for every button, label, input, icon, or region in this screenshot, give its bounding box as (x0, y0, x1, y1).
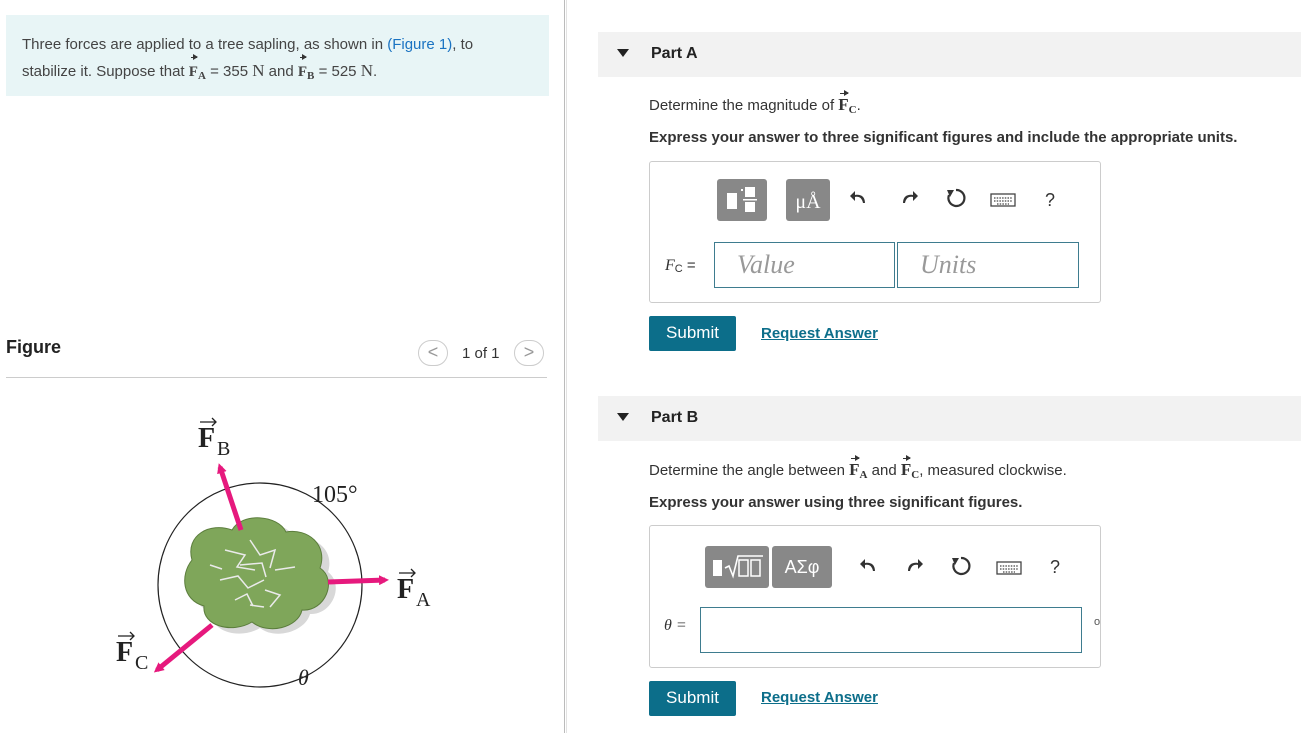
figure-divider (6, 377, 547, 378)
fc-var-letter: F (665, 257, 675, 274)
fc-label: F (116, 637, 133, 668)
part-b-instruction: Express your answer using three signific… (649, 494, 1023, 511)
degree-symbol: o (1094, 616, 1101, 628)
fa-subscript: A (197, 70, 206, 82)
help-button[interactable]: ? (1050, 557, 1060, 578)
and-text: and (268, 63, 294, 80)
templates-button[interactable] (717, 179, 767, 221)
keyboard-icon[interactable] (996, 560, 1022, 581)
angle-105-label: 105° (312, 482, 358, 508)
templates-button[interactable] (705, 546, 769, 588)
part-a-header[interactable]: Part A (598, 32, 1301, 77)
fc-equals: = (686, 257, 696, 274)
help-button[interactable]: ? (1045, 190, 1055, 211)
part-b-submit-button[interactable]: Submit (649, 681, 736, 716)
part-b-question-text: Determine the angle between (649, 462, 845, 479)
greek-symbols-button[interactable]: ΑΣφ (772, 546, 832, 588)
value-input[interactable]: Value (714, 242, 895, 288)
units-input[interactable]: Units (897, 242, 1079, 288)
part-a-title: Part A (651, 45, 698, 62)
fc-subscript: C (848, 104, 857, 116)
and-text: and (871, 462, 897, 479)
fc-vector-symbol: F (900, 455, 912, 479)
fb-vector-symbol: F (298, 54, 308, 85)
problem-text-2: , to (452, 36, 474, 53)
fc-arrow (153, 623, 214, 673)
fa-value: = 355 (210, 63, 249, 80)
redo-icon[interactable] (905, 556, 923, 579)
part-a-question-text: Determine the magnitude of (649, 97, 835, 114)
figure-link[interactable]: (Figure 1) (387, 36, 452, 53)
fa-unit: N (252, 61, 265, 80)
pager-count: 1 of 1 (462, 345, 500, 362)
fa-label-sub: A (416, 589, 431, 611)
period: . (372, 63, 378, 80)
collapse-triangle-icon[interactable] (617, 413, 629, 421)
fb-label: F (198, 423, 215, 454)
reset-icon[interactable] (945, 187, 967, 214)
part-a-submit-button[interactable]: Submit (649, 316, 736, 351)
fa-vector-symbol: F (189, 54, 199, 85)
fb-arrow (217, 463, 244, 531)
pager-prev-button[interactable]: < (418, 340, 448, 366)
redo-icon[interactable] (900, 188, 918, 211)
fc-vector-symbol: F (838, 90, 850, 114)
problem-text-3: stabilize it. Suppose that (22, 63, 185, 80)
theta-label: θ (298, 665, 309, 690)
fa-arrow (327, 575, 389, 586)
fa-vector-symbol: F (849, 455, 860, 479)
fc-subscript: C (911, 469, 920, 481)
panel-divider-shadow (566, 0, 567, 733)
part-b-answer-box: ΑΣφ ? θ = o (649, 525, 1101, 668)
part-a-instruction: Express your answer to three significant… (649, 129, 1238, 146)
part-b-question-suffix: , measured clockwise. (919, 462, 1067, 479)
fc-var-sub: C (674, 263, 683, 275)
fc-variable-label: FC = (665, 257, 696, 275)
fa-subscript: A (859, 469, 868, 481)
collapse-triangle-icon[interactable] (617, 49, 629, 57)
angle-input[interactable] (700, 607, 1082, 653)
panel-divider[interactable] (564, 0, 565, 733)
part-a-question: Determine the magnitude of FC. (649, 90, 861, 116)
fa-label: F (397, 574, 414, 605)
part-a-question-suffix: . (856, 97, 861, 114)
part-b-title: Part B (651, 409, 699, 426)
part-a-answer-box: μÅ ? FC = Value Units (649, 161, 1101, 303)
tree-force-diagram: F B F A F C 105° θ (116, 417, 431, 690)
fc-label-sub: C (135, 652, 148, 674)
fraction-template-icon (727, 187, 757, 212)
undo-icon[interactable] (860, 556, 878, 579)
fb-subscript: B (307, 70, 315, 82)
part-b-request-answer-link[interactable]: Request Answer (761, 689, 878, 706)
fb-value: = 525 (318, 63, 357, 80)
problem-statement: Three forces are applied to a tree sapli… (6, 15, 549, 96)
problem-text-1: Three forces are applied to a tree sapli… (22, 36, 384, 53)
part-b-header[interactable]: Part B (598, 396, 1301, 441)
undo-icon[interactable] (850, 188, 868, 211)
units-symbols-button[interactable]: μÅ (786, 179, 830, 221)
radical-template-icon (713, 555, 763, 579)
figure-title: Figure (6, 337, 62, 357)
fb-label-sub: B (217, 438, 230, 460)
part-a-request-answer-link[interactable]: Request Answer (761, 325, 878, 342)
pager-next-button[interactable]: > (514, 340, 544, 366)
keyboard-icon[interactable] (990, 192, 1016, 213)
part-b-question: Determine the angle between FA and FC, m… (649, 455, 1067, 481)
theta-variable-label: θ = (664, 617, 687, 634)
reset-icon[interactable] (950, 555, 972, 582)
fb-unit: N (360, 61, 373, 80)
